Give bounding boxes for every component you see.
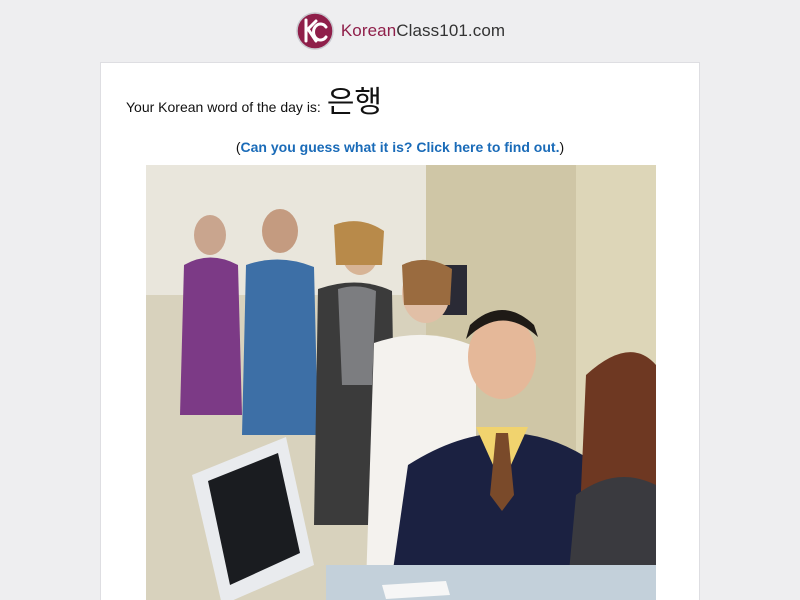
korean-word: 은행 (326, 85, 383, 120)
brand-logo[interactable]: KoreanClass101.com (295, 11, 505, 51)
word-of-day-line: Your Korean word of the day is: 은행 (126, 77, 382, 121)
bank-queue-photo (146, 165, 656, 600)
counter-desk (326, 565, 656, 600)
guess-line: (Can you guess what it is? Click here to… (101, 139, 699, 155)
brand-name: KoreanClass101.com (341, 21, 505, 41)
word-of-day-card: Your Korean word of the day is: 은행 (Can … (100, 62, 700, 600)
photo-illustration (146, 165, 656, 600)
close-paren: ) (559, 139, 565, 155)
brand-prefix: Korean (340, 21, 397, 40)
koreanclass101-logo-icon (296, 12, 334, 50)
reveal-answer-link[interactable]: Can you guess what it is? Click here to … (241, 139, 560, 155)
word-of-day-label: Your Korean word of the day is: (126, 99, 321, 115)
site-header: KoreanClass101.com (0, 0, 800, 62)
brand-suffix: Class101.com (396, 21, 506, 40)
